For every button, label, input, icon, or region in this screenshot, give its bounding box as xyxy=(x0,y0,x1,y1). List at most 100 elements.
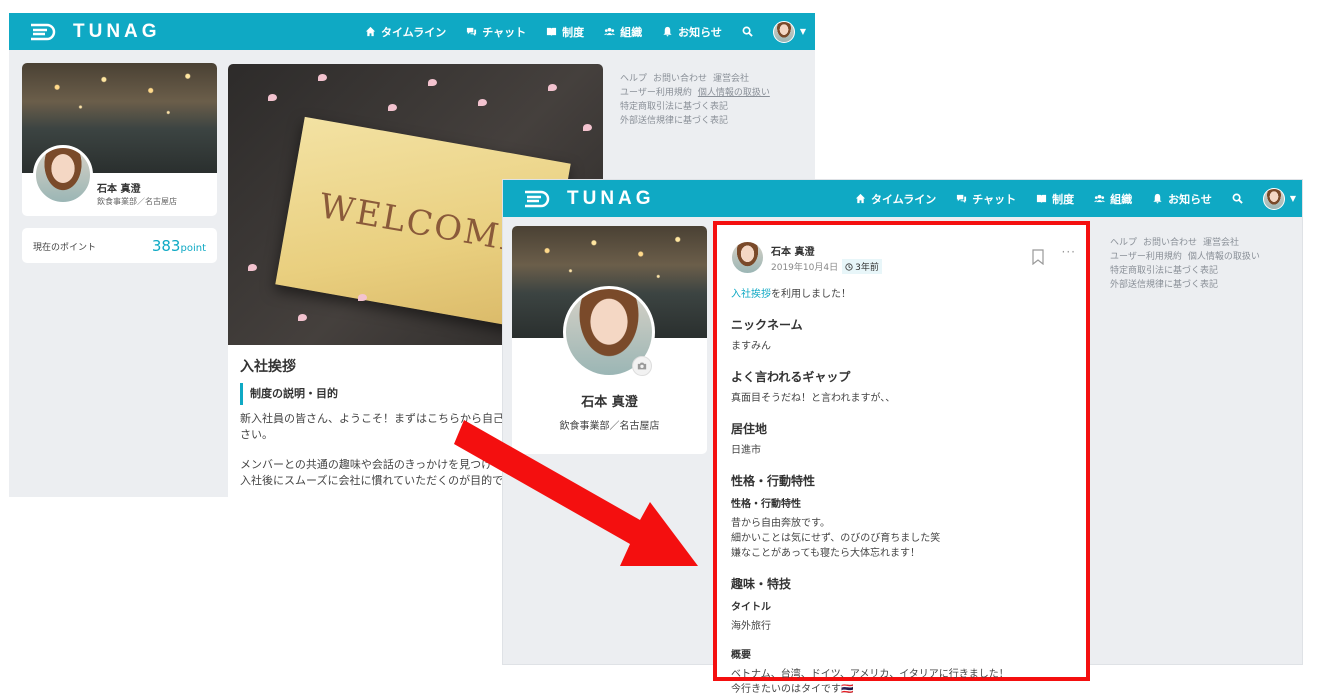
nav-notifications[interactable]: お知らせ xyxy=(662,24,722,40)
post-author-name[interactable]: 石本 真澄 xyxy=(771,243,814,258)
welcome-word: WELCOME xyxy=(316,186,530,262)
petal-decoration xyxy=(388,104,397,111)
nav-timeline[interactable]: タイムライン xyxy=(855,191,936,207)
section-text-gap: 真面目そうだね！と言われますが、、 xyxy=(731,393,896,404)
profile-card: 石本 真澄 飲食事業部／名古屋店 xyxy=(22,63,217,216)
nav-system-label: 制度 xyxy=(562,25,585,39)
timeline-post: 石本 真澄 2019年10月4日 3年前 ··· 入社挨拶を利用しました！ ニッ… xyxy=(731,241,1076,697)
camera-icon xyxy=(637,362,647,370)
post-relative-time: 3年前 xyxy=(855,263,879,273)
home-icon xyxy=(365,26,376,37)
points-value: 383 xyxy=(151,237,181,255)
footer-contact-link[interactable]: お問い合わせ xyxy=(653,74,707,84)
footer-commerce-link[interactable]: 特定商取引法に基づく表記 xyxy=(1110,266,1218,276)
user-avatar xyxy=(1262,187,1285,210)
petal-decoration xyxy=(268,94,277,101)
nav-chat[interactable]: チャット xyxy=(956,191,1016,207)
top-navbar: TUNAG タイムライン チャット 制度 組織 お知らせ ▼ xyxy=(503,180,1302,217)
points-card[interactable]: 現在のポイント 383point xyxy=(22,228,217,263)
section-text-personality: 昔から自由奔放です。 細かいことは気にせず、のびのび育ちました笑 嫌なことがあっ… xyxy=(731,518,941,559)
footer-privacy-link[interactable]: 個人情報の取扱い xyxy=(698,88,770,98)
footer-company-link[interactable]: 運営会社 xyxy=(713,74,749,84)
section-text-nickname: ますみん xyxy=(731,341,771,352)
footer-help-link[interactable]: ヘルプ xyxy=(1110,238,1137,248)
footer-external-link[interactable]: 外部送信規律に基づく表記 xyxy=(1110,280,1218,290)
footer-external-link[interactable]: 外部送信規律に基づく表記 xyxy=(620,116,728,126)
tunag-logo[interactable]: TUNAG xyxy=(31,21,161,42)
footer-privacy-link[interactable]: 個人情報の取扱い xyxy=(1188,252,1260,262)
user-avatar xyxy=(772,20,795,43)
chevron-down-icon: ▼ xyxy=(1289,194,1297,203)
tunag-logo-icon xyxy=(31,23,56,40)
nav-organization-label: 組織 xyxy=(1110,192,1133,206)
more-options-icon[interactable]: ··· xyxy=(1062,245,1076,259)
chevron-down-icon: ▼ xyxy=(799,27,807,36)
nav-chat-label: チャット xyxy=(972,192,1017,206)
section-heading-personality: 性格・行動特性 xyxy=(731,474,816,488)
footer-terms-link[interactable]: ユーザー利用規約 xyxy=(620,88,692,98)
nav-system[interactable]: 制度 xyxy=(546,24,584,40)
nav-user-menu[interactable]: ▼ xyxy=(772,20,807,43)
nav-chat-label: チャット xyxy=(482,25,527,39)
subheading-title: タイトル xyxy=(731,602,771,613)
nav-search[interactable] xyxy=(1232,193,1243,204)
petal-decoration xyxy=(548,84,557,91)
top-navbar: TUNAG タイムライン チャット 制度 組織 お知らせ ▼ xyxy=(9,13,815,50)
petal-decoration xyxy=(428,79,437,86)
footer-commerce-link[interactable]: 特定商取引法に基づく表記 xyxy=(620,102,728,112)
petal-decoration xyxy=(358,294,367,301)
post-date: 2019年10月4日 xyxy=(771,263,839,273)
post-relative-time-badge: 3年前 xyxy=(842,259,882,274)
petal-decoration xyxy=(478,99,487,106)
profile-department: 飲食事業部／名古屋店 xyxy=(97,197,177,206)
nav-notifications-label: お知らせ xyxy=(1168,192,1212,206)
post-meta: 2019年10月4日 3年前 xyxy=(771,259,882,274)
footer-contact-link[interactable]: お問い合わせ xyxy=(1143,238,1197,248)
post-system-link[interactable]: 入社挨拶 xyxy=(731,289,771,300)
search-icon xyxy=(742,26,753,37)
footer-terms-link[interactable]: ユーザー利用規約 xyxy=(1110,252,1182,262)
bookmark-icon[interactable] xyxy=(1032,249,1044,265)
book-icon xyxy=(547,27,557,37)
nav-organization[interactable]: 組織 xyxy=(604,24,642,40)
nav-chat[interactable]: チャット xyxy=(466,24,526,40)
nav-notifications[interactable]: お知らせ xyxy=(1152,191,1212,207)
subheading-personality: 性格・行動特性 xyxy=(731,499,801,510)
camera-button[interactable] xyxy=(632,356,652,376)
people-icon xyxy=(1094,194,1106,203)
welcome-section-heading: 制度の説明・目的 xyxy=(240,383,338,405)
section-heading-home: 居住地 xyxy=(731,422,768,436)
petal-decoration xyxy=(318,74,327,81)
footer-help-link[interactable]: ヘルプ xyxy=(620,74,647,84)
profile-name: 石本 真澄 xyxy=(97,184,141,195)
main-nav: タイムライン チャット 制度 組織 お知らせ ▼ xyxy=(365,13,806,50)
tunag-logo[interactable]: TUNAG xyxy=(525,188,655,209)
brand-name: TUNAG xyxy=(567,187,655,209)
footer-links: ヘルプ お問い合わせ 運営会社 ユーザー利用規約 個人情報の取扱い 特定商取引法に基づ… xyxy=(1110,236,1266,292)
highlighted-post-card: 石本 真澄 2019年10月4日 3年前 ··· 入社挨拶を利用しました！ ニッ… xyxy=(713,221,1090,695)
footer-company-link[interactable]: 運営会社 xyxy=(1203,238,1239,248)
profile-avatar[interactable] xyxy=(33,145,93,205)
bell-icon xyxy=(663,26,672,37)
nav-timeline-label: タイムライン xyxy=(381,25,447,39)
nav-system-label: 制度 xyxy=(1052,192,1075,206)
nav-organization[interactable]: 組織 xyxy=(1094,191,1132,207)
section-text-summary: ベトナム、台湾、ドイツ、アメリカ、イタリアに行きました！ 今行きたいのはタイです… xyxy=(731,669,1009,695)
nav-user-menu[interactable]: ▼ xyxy=(1262,187,1297,210)
people-icon xyxy=(604,27,616,36)
post-intro: 入社挨拶を利用しました！ xyxy=(731,287,1076,302)
section-text-home: 日進市 xyxy=(731,445,761,456)
welcome-title: 入社挨拶 xyxy=(240,359,296,375)
post-author-avatar[interactable] xyxy=(731,241,764,274)
chat-icon xyxy=(467,27,477,37)
petal-decoration xyxy=(583,124,592,131)
nav-search[interactable] xyxy=(742,26,753,37)
nav-system[interactable]: 制度 xyxy=(1036,191,1074,207)
nav-organization-label: 組織 xyxy=(620,25,643,39)
bell-icon xyxy=(1153,193,1162,204)
home-icon xyxy=(855,193,866,204)
nav-timeline[interactable]: タイムライン xyxy=(365,24,446,40)
main-nav: タイムライン チャット 制度 組織 お知らせ ▼ xyxy=(855,180,1296,217)
clock-icon xyxy=(845,262,853,271)
post-header: 石本 真澄 2019年10月4日 3年前 ··· xyxy=(731,241,1076,275)
